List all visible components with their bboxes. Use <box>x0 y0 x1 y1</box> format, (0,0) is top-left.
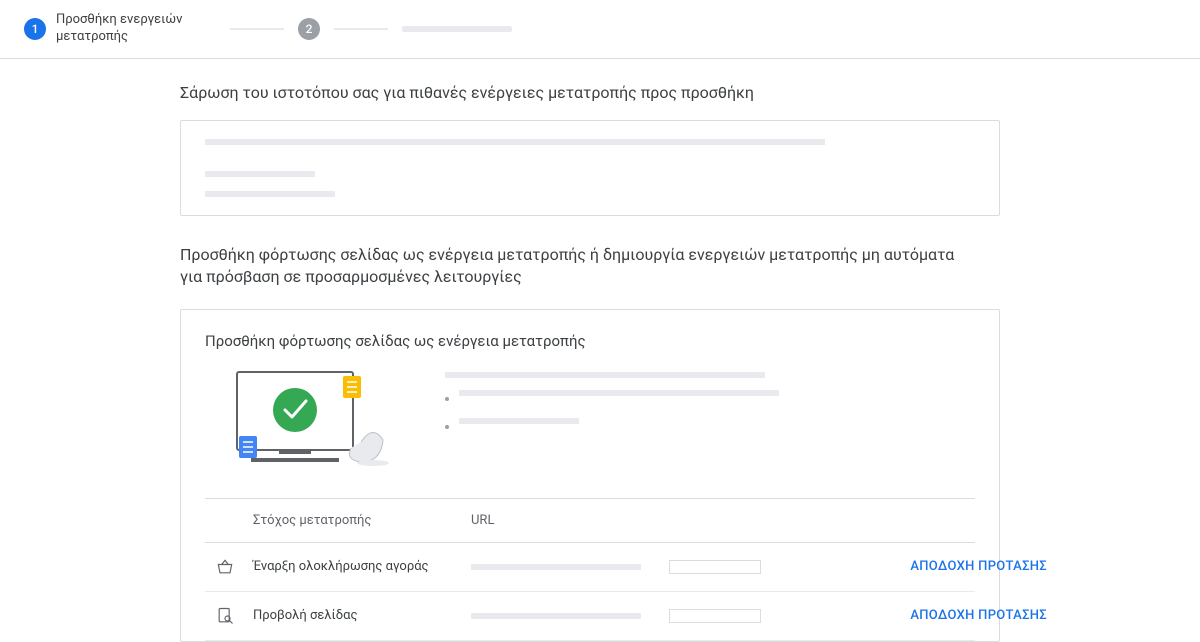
scan-placeholder-line <box>205 139 825 145</box>
step-2[interactable]: 2 <box>298 18 320 40</box>
bullet-placeholder <box>459 390 779 396</box>
stepper: 1 Προσθήκη ενεργειών μετατροπής 2 <box>0 0 1200 59</box>
card-title: Προσθήκη φόρτωσης σελίδας ως ενέργεια με… <box>181 332 999 368</box>
url-placeholder <box>471 613 641 619</box>
scan-placeholder-line <box>205 191 335 197</box>
bullet-placeholder <box>459 418 579 424</box>
bullet-placeholder <box>445 372 765 378</box>
card-illustration-row <box>181 368 999 498</box>
table-row: Έναρξη ολοκλήρωσης αγοράς ΑΠΟΔΟΧΗ ΠΡΟΤΑΣ… <box>205 543 975 592</box>
section-subhead: Προσθήκη φόρτωσης σελίδας ως ενέργεια με… <box>180 244 980 289</box>
main-content: Σάρωση του ιστοτόπου σας για πιθανές ενέ… <box>0 59 1000 642</box>
page-search-icon <box>205 606 245 626</box>
page-load-card: Προσθήκη φόρτωσης σελίδας ως ενέργεια με… <box>180 309 1000 642</box>
step-2-label-placeholder <box>402 26 512 32</box>
step-connector-2 <box>334 28 388 30</box>
illustration-bullets <box>445 368 779 446</box>
basket-icon <box>205 557 245 577</box>
table-header: Στόχος μετατροπής URL <box>205 499 975 543</box>
url-placeholder <box>471 564 641 570</box>
scan-placeholder-line <box>205 171 315 177</box>
scan-card <box>180 120 1000 216</box>
row-label: Προβολή σελίδας <box>253 608 463 623</box>
value-placeholder <box>669 609 761 623</box>
col-url: URL <box>471 513 661 528</box>
step-number-2: 2 <box>298 18 320 40</box>
table-row: Προβολή σελίδας ΑΠΟΔΟΧΗ ΠΡΟΤΑΣΗΣ <box>205 592 975 641</box>
accept-suggestion-button[interactable]: ΑΠΟΔΟΧΗ ΠΡΟΤΑΣΗΣ <box>877 608 1047 623</box>
suggestions-table: Στόχος μετατροπής URL Έναρξη ολοκλήρωσης… <box>205 498 975 641</box>
step-connector <box>230 28 284 30</box>
step-number-1: 1 <box>24 18 46 40</box>
value-placeholder <box>669 560 761 574</box>
scan-title: Σάρωση του ιστοτόπου σας για πιθανές ενέ… <box>180 83 1000 102</box>
step-1[interactable]: 1 Προσθήκη ενεργειών μετατροπής <box>24 12 216 46</box>
accept-suggestion-button[interactable]: ΑΠΟΔΟΧΗ ΠΡΟΤΑΣΗΣ <box>877 559 1047 574</box>
monitor-illustration <box>205 368 405 478</box>
col-goal: Στόχος μετατροπής <box>253 513 463 528</box>
step-1-label: Προσθήκη ενεργειών μετατροπής <box>56 12 216 46</box>
row-label: Έναρξη ολοκλήρωσης αγοράς <box>253 559 463 574</box>
